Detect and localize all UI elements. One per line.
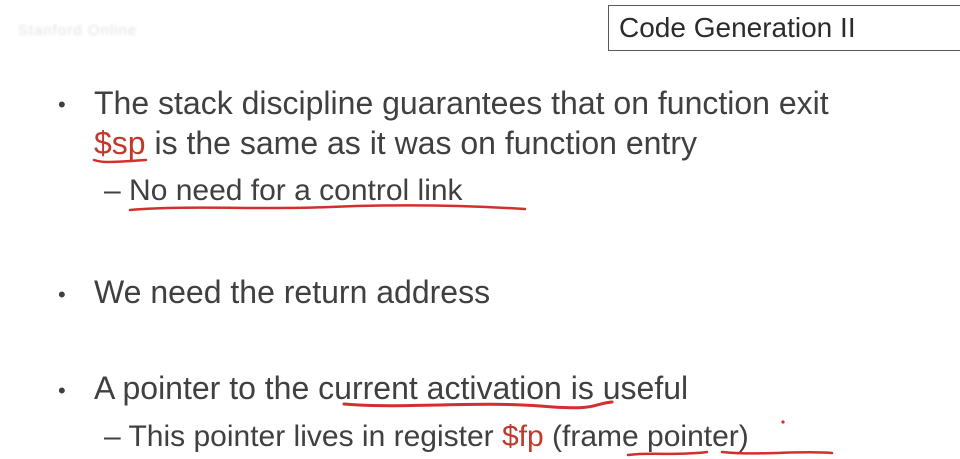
register-sp: $sp (94, 125, 146, 161)
sub-text-3-before: This pointer lives in register (128, 420, 502, 453)
bullet-1-line-1: The stack discipline guarantees that on … (94, 85, 829, 121)
sub-dash-3: – (104, 420, 121, 453)
bullet-dot-1: • (58, 92, 66, 117)
sub-text-3-close: ) (738, 420, 749, 453)
pointer-word: pointer (647, 420, 739, 453)
bullet-1-line-2-rest: is the same as it was on function entry (145, 125, 697, 161)
bullet-3-before: A pointer to the (94, 370, 319, 406)
sub-text-3-space (639, 420, 647, 453)
sub-text-1: No need for a control link (129, 174, 463, 207)
sub-dash-1: – (104, 174, 121, 207)
bullet-3-sub: – This pointer lives in register $fp (fr… (104, 418, 749, 456)
sub-text-3-middle: ( (543, 420, 563, 453)
bullet-1-line-2: $sp is the same as it was on function en… (94, 124, 697, 162)
bullet-dot-2: • (58, 282, 66, 307)
bullet-3-after: is useful (561, 370, 689, 406)
slide: Stanford Online Code Generation II • The… (0, 0, 960, 459)
bullet-3-emph: current activation (318, 370, 562, 406)
slide-title: Code Generation II (619, 12, 856, 43)
bullet-2-line: We need the return address (94, 274, 491, 310)
pen-dot (781, 420, 785, 424)
bullet-dot-3: • (58, 378, 66, 403)
watermark: Stanford Online (18, 22, 138, 39)
title-box: Code Generation II (608, 5, 960, 51)
frame-word: frame (562, 420, 639, 453)
bullet-3-line: A pointer to the current activation is u… (94, 369, 688, 407)
register-fp: $fp (501, 420, 544, 453)
bullet-1-sub: – No need for a control link (104, 172, 463, 210)
